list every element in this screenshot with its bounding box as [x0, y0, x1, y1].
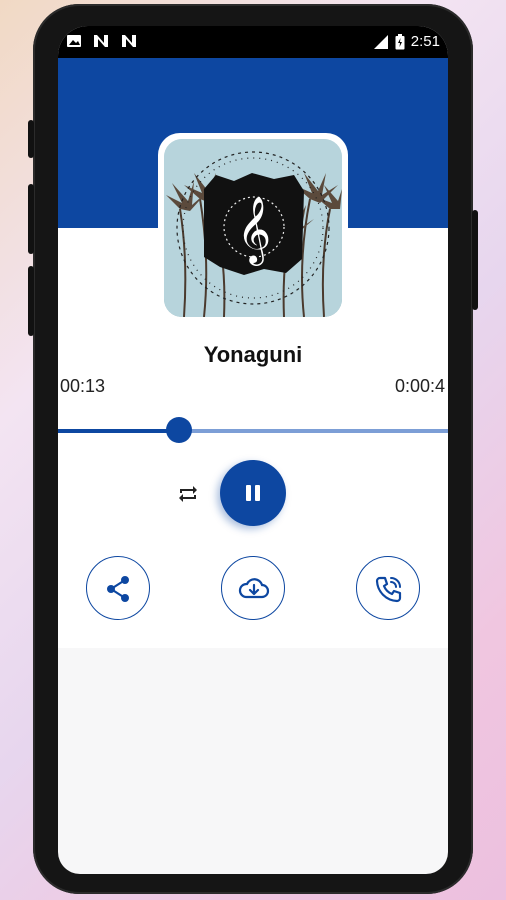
image-icon [67, 35, 81, 47]
seek-bar-progress [58, 429, 179, 433]
n-icon [122, 35, 136, 47]
share-button[interactable] [86, 556, 150, 620]
pause-icon [246, 485, 260, 501]
elapsed-time: 00:13 [60, 376, 106, 396]
battery-icon [395, 33, 405, 49]
app-screen: 2:51 𝄞 Yonaguni 00:13 0:00:4 [58, 26, 448, 874]
seek-bar[interactable] [58, 429, 448, 433]
pause-button[interactable] [220, 460, 286, 526]
share-icon [107, 576, 129, 602]
ringtone-button[interactable] [356, 556, 420, 620]
svg-text:𝄞: 𝄞 [237, 195, 271, 266]
status-bar: 2:51 [58, 26, 448, 58]
phone-side-button [28, 184, 34, 254]
download-button[interactable] [221, 556, 285, 620]
phone-side-button [472, 210, 478, 310]
repeat-icon[interactable] [176, 482, 200, 506]
album-art-image: 𝄞 [164, 139, 342, 317]
cloud-download-icon [238, 578, 270, 599]
phone-side-button [28, 266, 34, 336]
phone-call-icon [375, 576, 402, 603]
phone-side-button [28, 120, 34, 158]
seek-thumb[interactable] [166, 417, 192, 443]
album-art: 𝄞 [158, 133, 348, 323]
status-time: 2:51 [410, 33, 440, 50]
total-duration: 0:00:4 [395, 376, 446, 396]
signal-icon [373, 34, 388, 49]
song-title: Yonaguni [203, 342, 303, 367]
n-icon [94, 35, 108, 47]
